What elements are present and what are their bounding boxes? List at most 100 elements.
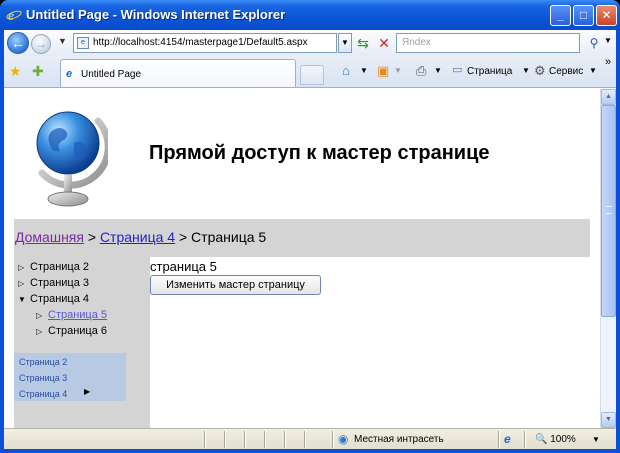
change-master-page-button[interactable]: Изменить мастер страницу	[150, 275, 321, 295]
intranet-zone-icon: ◉	[338, 432, 349, 446]
minimize-button[interactable]: _	[550, 5, 571, 26]
window-title: Untitled Page - Windows Internet Explore…	[26, 7, 286, 22]
thumb-grip	[606, 206, 612, 214]
tree-item-page-5[interactable]: ▷ Страница 5	[36, 309, 107, 321]
ie-logo-icon: e	[6, 9, 22, 23]
page-content: Прямой доступ к мастер странице Домашняя…	[4, 89, 600, 428]
forward-arrow-icon: →	[35, 37, 47, 51]
ie-tab-icon: e	[66, 68, 73, 80]
zoom-value: 100%	[550, 434, 576, 445]
breadcrumb-separator: >	[175, 229, 192, 245]
status-divider	[524, 431, 526, 448]
tree-item-page-2[interactable]: ▷ Страница 2	[18, 261, 89, 273]
home-icon[interactable]: ⌂	[342, 63, 350, 78]
tree-item-label[interactable]: Страница 6	[48, 325, 107, 337]
close-button[interactable]: ✕	[596, 5, 617, 26]
tree-item-label[interactable]: Страница 2	[30, 261, 89, 273]
tools-gear-icon: ⚙	[534, 63, 546, 78]
tree-item-label[interactable]: Страница 3	[30, 277, 89, 289]
site-title: Прямой доступ к мастер странице	[149, 142, 490, 164]
status-divider	[304, 431, 306, 448]
status-divider	[264, 431, 266, 448]
menu-item-page-4[interactable]: Страница 4	[19, 389, 67, 399]
breadcrumb-home-link[interactable]: Домашняя	[15, 229, 84, 245]
refresh-button[interactable]: ⇆	[353, 33, 373, 53]
page-menu-icon: ▭	[452, 64, 463, 76]
page-icon: e	[77, 37, 89, 49]
print-icon[interactable]: ⎙	[416, 63, 426, 79]
home-dropdown[interactable]: ▼	[360, 66, 368, 75]
history-dropdown-button[interactable]: ▼	[58, 36, 67, 46]
status-bar: ◉ Местная интрасеть e 🔍 100% ▼	[4, 428, 616, 449]
title-bar[interactable]: e Untitled Page - Windows Internet Explo…	[0, 0, 620, 30]
sidebar: ▷ Страница 2 ▷ Страница 3 ▼ Страница 4 ▷ Стр…	[14, 257, 150, 428]
stop-button[interactable]: ✕	[374, 33, 394, 53]
feeds-icon[interactable]: ▣	[377, 63, 389, 79]
address-toolbar: ← → ▼ e http://localhost:4154/masterpage…	[4, 30, 616, 56]
tools-menu-dropdown[interactable]: ▼	[589, 66, 597, 75]
refresh-icon: ⇆	[357, 35, 369, 51]
add-favorites-icon[interactable]: ✚	[32, 63, 44, 80]
tree-collapsed-arrow-icon[interactable]: ▷	[18, 279, 30, 288]
tree-collapsed-arrow-icon[interactable]: ▷	[36, 327, 48, 336]
search-button[interactable]: ⚲	[584, 33, 604, 53]
tab-toolbar: ★ ✚ e Untitled Page ⌂ ▼ ▣ ▼ ⎙ ▼ ▭ Страни…	[4, 56, 616, 88]
protected-mode-icon[interactable]: e	[504, 432, 511, 446]
main-content-text: страница 5	[150, 259, 217, 274]
menu-item-page-2[interactable]: Страница 2	[19, 357, 67, 367]
zoom-dropdown[interactable]: ▼	[592, 435, 600, 444]
status-divider	[332, 431, 334, 448]
tree-collapsed-arrow-icon[interactable]: ▷	[36, 311, 48, 320]
back-button[interactable]: ←	[7, 32, 29, 54]
forward-button[interactable]: →	[31, 34, 51, 54]
search-input[interactable]: Яndex	[396, 33, 580, 53]
breadcrumb-separator: >	[83, 229, 100, 245]
favorites-star-icon[interactable]: ★	[9, 63, 22, 80]
submenu-arrow-icon: ▶	[84, 387, 91, 396]
search-options-dropdown[interactable]: ▼	[604, 36, 612, 45]
maximize-button[interactable]: □	[573, 5, 594, 26]
toolbar-overflow-chevron[interactable]: »	[605, 56, 611, 68]
browser-frame: ← → ▼ e http://localhost:4154/masterpage…	[4, 30, 616, 449]
feeds-dropdown[interactable]: ▼	[394, 66, 402, 75]
breadcrumb-parent-link[interactable]: Страница 4	[100, 229, 175, 245]
back-arrow-icon: ←	[11, 35, 25, 51]
search-placeholder: Яndex	[402, 37, 431, 48]
page-menu-button[interactable]: Страница	[467, 66, 512, 77]
zoom-level[interactable]: 🔍 100%	[535, 434, 576, 445]
address-dropdown-button[interactable]: ▼	[338, 33, 352, 53]
tree-item-page-4[interactable]: ▼ Страница 4	[18, 293, 89, 305]
address-bar[interactable]: e http://localhost:4154/masterpage1/Defa…	[73, 33, 337, 53]
scroll-down-button[interactable]: ▼	[601, 412, 616, 428]
svg-text:e: e	[8, 9, 14, 23]
print-dropdown[interactable]: ▼	[434, 66, 442, 75]
scroll-up-button[interactable]: ▲	[601, 89, 616, 105]
tab-label: Untitled Page	[81, 69, 142, 80]
tree-item-link[interactable]: Страница 5	[48, 309, 107, 321]
tree-item-page-6[interactable]: ▷ Страница 6	[36, 325, 107, 337]
tools-menu-button[interactable]: Сервис	[549, 66, 583, 77]
vertical-scrollbar[interactable]: ▲ ▼	[600, 89, 616, 428]
tree-item-label[interactable]: Страница 4	[30, 293, 89, 305]
status-divider	[224, 431, 226, 448]
globe-logo-icon	[36, 111, 108, 207]
menu-item-page-3[interactable]: Страница 3	[19, 373, 67, 383]
browser-window: e Untitled Page - Windows Internet Explo…	[0, 0, 620, 453]
stop-icon: ✕	[378, 35, 390, 51]
tab-untitled-page[interactable]: e Untitled Page	[60, 59, 296, 87]
page-menu-dropdown[interactable]: ▼	[522, 66, 530, 75]
tree-collapsed-arrow-icon[interactable]: ▷	[18, 263, 30, 272]
new-tab-button[interactable]	[300, 65, 324, 85]
tree-item-page-3[interactable]: ▷ Страница 3	[18, 277, 89, 289]
tree-expanded-arrow-icon[interactable]: ▼	[18, 295, 30, 304]
breadcrumb: Домашняя > Страница 4 > Страница 5	[14, 219, 590, 257]
status-divider	[498, 431, 500, 448]
address-url[interactable]: http://localhost:4154/masterpage1/Defaul…	[93, 37, 308, 48]
scrollbar-thumb[interactable]	[601, 105, 616, 317]
status-divider	[284, 431, 286, 448]
vertical-menu: Страница 2 Страница 3 Страница 4 ▶	[14, 353, 126, 401]
site-header: Прямой доступ к мастер странице	[4, 89, 600, 219]
security-zone-label[interactable]: Местная интрасеть	[354, 434, 444, 445]
status-divider	[204, 431, 206, 448]
status-divider	[244, 431, 246, 448]
